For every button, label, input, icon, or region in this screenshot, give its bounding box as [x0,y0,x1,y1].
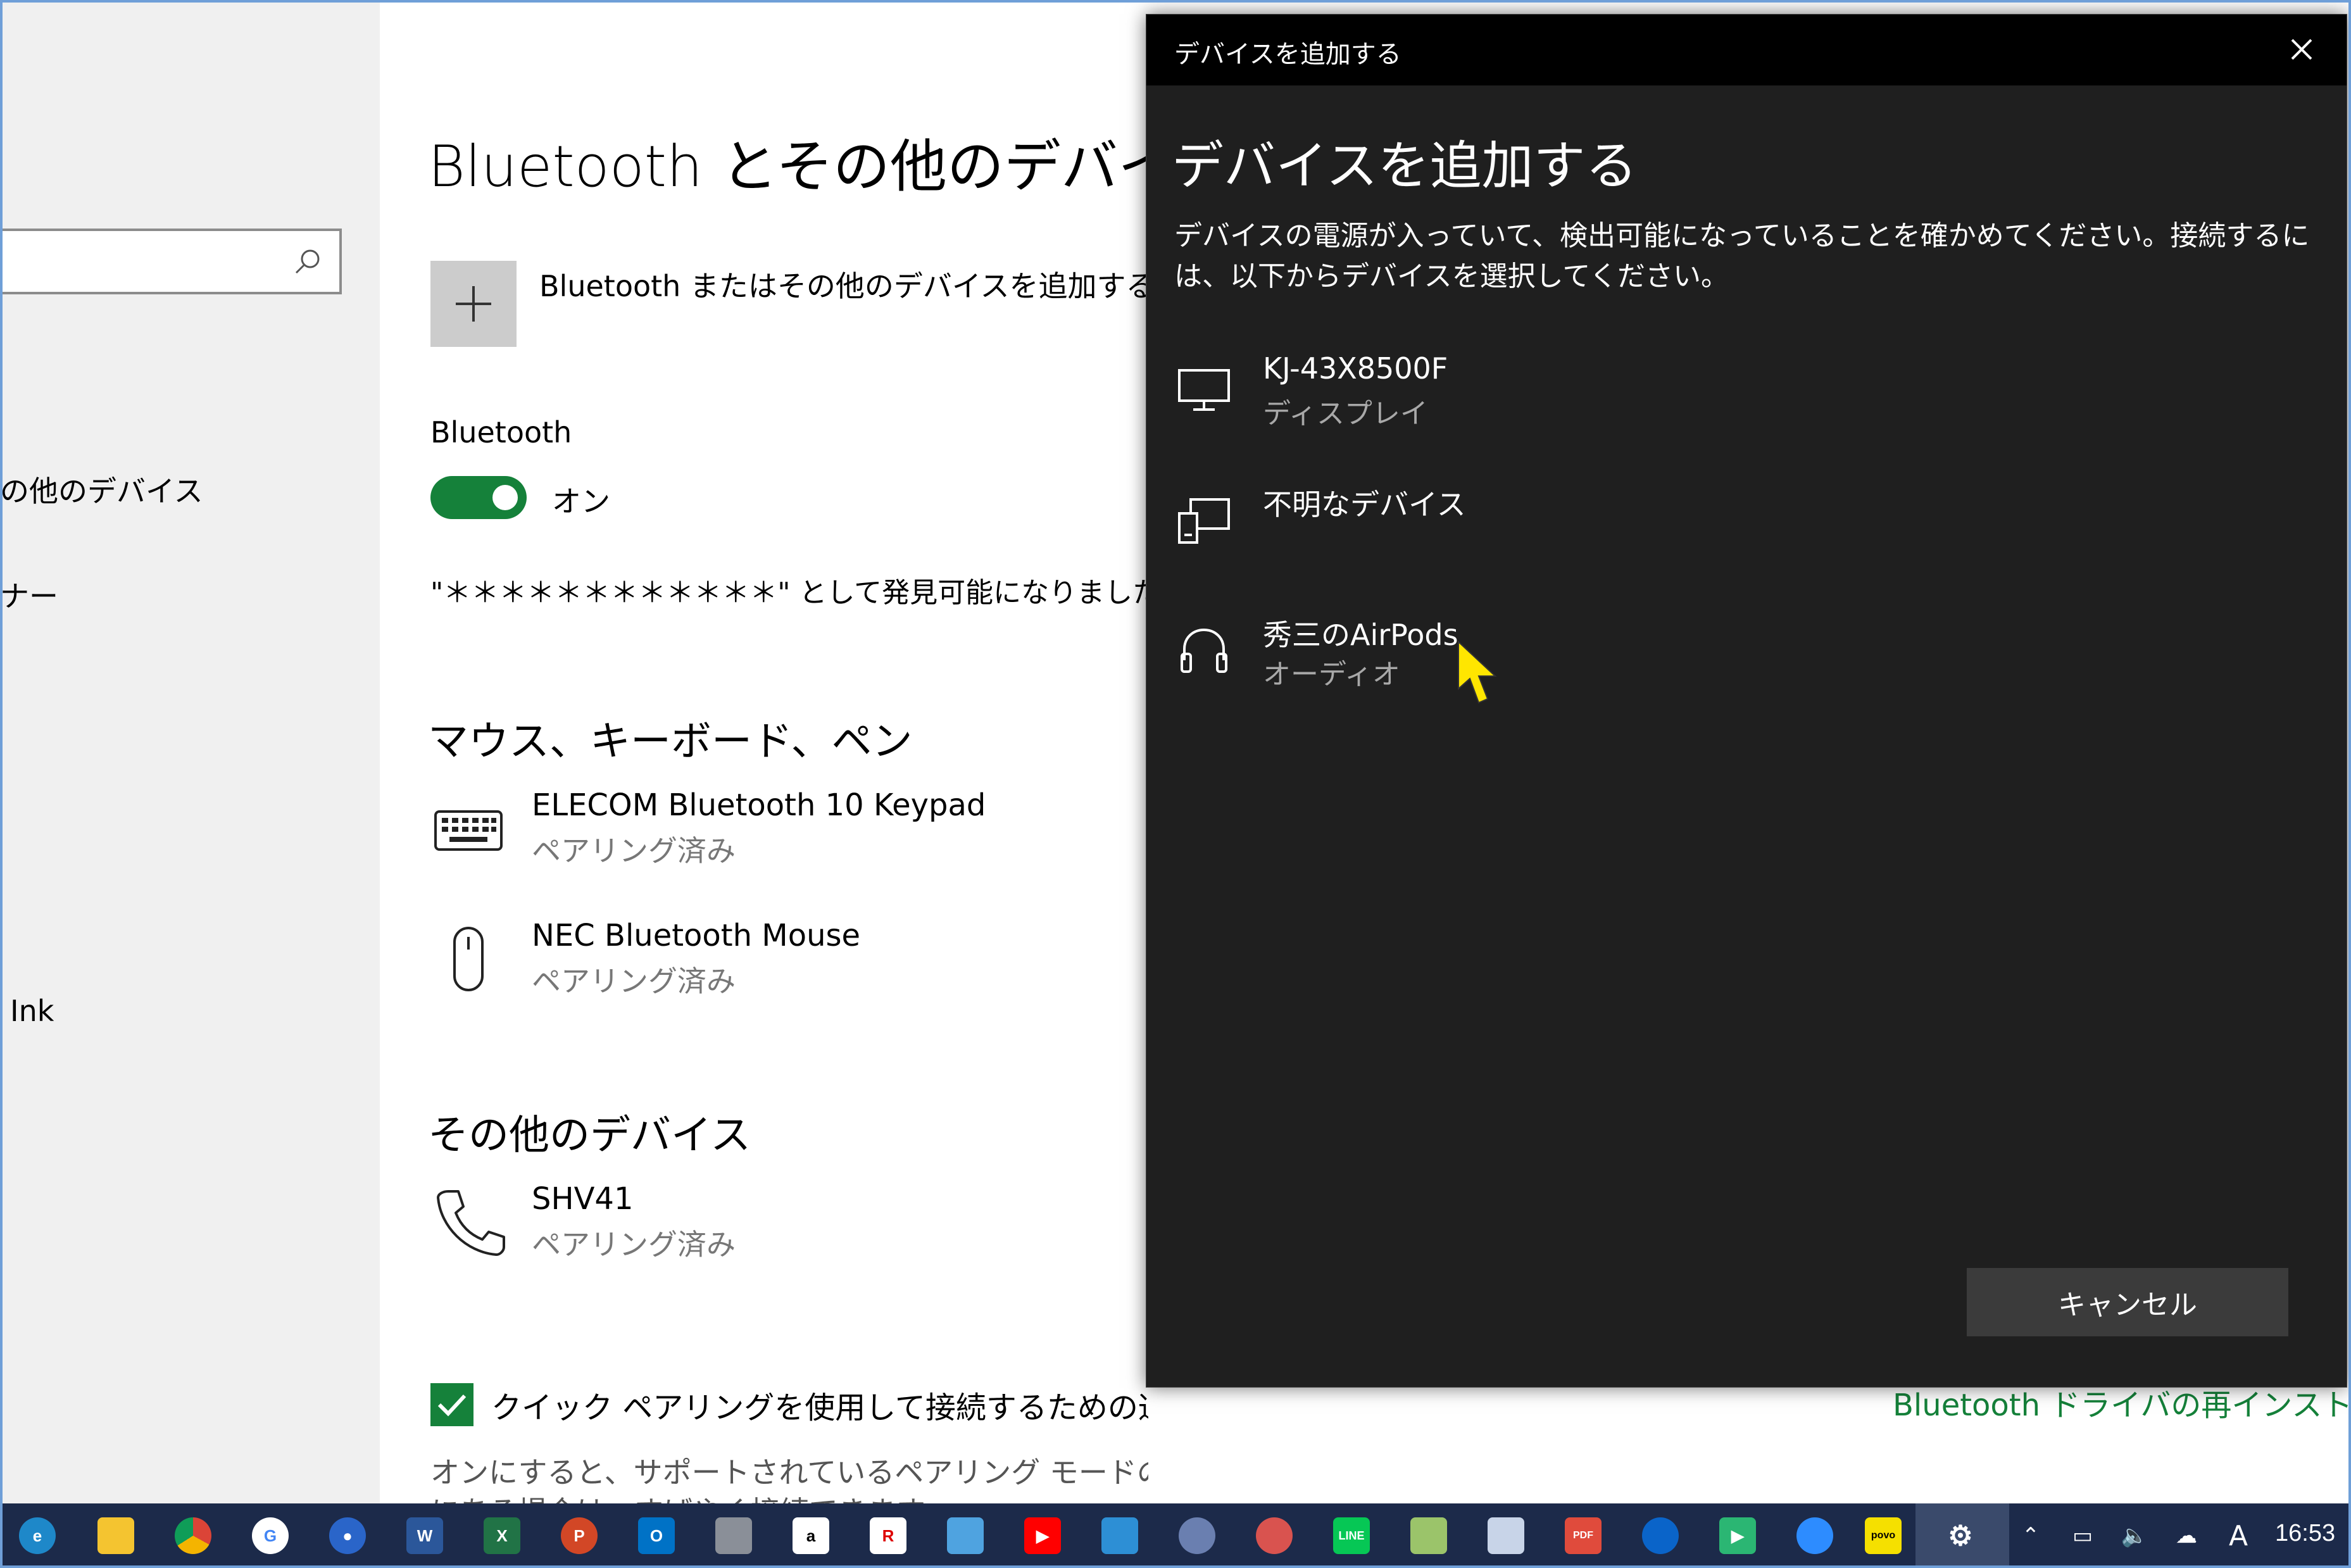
dialog-device-type: ディスプレイ [1263,398,1428,430]
dialog-heading: デバイスを追加する [1172,136,1638,196]
dialog-device-type: オーディオ [1263,658,1400,691]
powerpoint-icon[interactable]: P [561,1517,598,1554]
dialog-titlebar-text: デバイスを追加する [1174,40,1401,69]
app-icon[interactable] [715,1517,752,1554]
iris-icon[interactable]: R [870,1517,906,1554]
mouse-icon [453,927,484,991]
amazon-icon[interactable]: a [793,1517,829,1554]
discoverable-text: "＊＊＊＊＊＊＊＊＊＊＊＊" として発見可能になりました [430,577,1148,609]
cancel-button[interactable]: キャンセル [1967,1268,2288,1336]
quick-pair-label[interactable]: クイック ペアリングを使用して接続するための通知を表示する [491,1383,1148,1427]
ime-indicator[interactable]: A [2223,1520,2254,1552]
zoom-icon[interactable] [1796,1517,1833,1554]
toggle-knob [492,485,518,510]
search-input[interactable] [0,229,342,294]
dialog-device-airpods[interactable]: 秀三のAirPods オーディオ [1172,612,2058,701]
device-name: NEC Bluetooth Mouse [532,918,861,953]
dialog-device-tv[interactable]: KJ-43X8500F ディスプレイ [1172,351,2058,440]
device-status: ペアリング済み [532,834,736,868]
left-nav: の他のデバイス ナー Ink [0,0,380,1503]
section-mouse-keyboard-pen: マウス、キーボード、ペン [428,718,913,765]
bluetooth-label: Bluetooth [430,415,572,449]
monitor-icon [1178,369,1230,411]
nav-item-other-devices[interactable]: の他のデバイス [0,468,203,510]
search-icon[interactable] [290,245,325,280]
device-mouse[interactable]: NEC Bluetooth Mouse ペアリング済み [430,918,1127,1007]
app-icon[interactable] [1256,1517,1293,1554]
bluetooth-toggle[interactable] [430,476,527,519]
device-status: ペアリング済み [532,964,736,998]
line-icon[interactable]: LINE [1333,1517,1370,1554]
paint-icon[interactable] [1179,1517,1215,1554]
keyboard-icon [434,810,503,851]
nav-item-pen-ink[interactable]: Ink [10,994,54,1028]
dialog-device-name: KJ-43X8500F [1263,351,1448,386]
phone-icon [437,1190,505,1256]
add-device-label[interactable]: Bluetooth またはその他のデバイスを追加する [539,263,1148,305]
volume-icon[interactable]: 🔈 [2119,1521,2150,1550]
mouse-cursor-icon [1458,640,1497,704]
device-status: ペアリング済み [532,1227,736,1262]
file-explorer-icon[interactable] [97,1517,134,1554]
outlook-icon[interactable]: O [638,1517,675,1554]
device-name: ELECOM Bluetooth 10 Keypad [532,787,986,823]
add-device-dialog: デバイスを追加する デバイスを追加する デバイスの電源が入っていて、検出可能にな… [1146,14,2347,1388]
nav-item-printers[interactable]: ナー [0,574,58,615]
youtube-icon[interactable]: ▶ [1024,1517,1061,1554]
plus-icon[interactable] [430,261,517,347]
chrome-icon[interactable] [175,1517,211,1554]
clock[interactable]: 16:53 [2275,1520,2335,1547]
excel-icon[interactable]: X [484,1517,520,1554]
app-icon[interactable] [1488,1517,1524,1554]
section-other-devices: その他のデバイス [428,1112,751,1159]
dialog-device-name: 不明なデバイス [1263,487,1466,522]
unknown-device-icon [1178,498,1230,544]
onedrive-icon[interactable] [1642,1517,1679,1554]
google-icon[interactable]: G [252,1517,289,1554]
settings-gear-icon[interactable]: ⚙ [1942,1517,1979,1554]
add-device-button[interactable]: Bluetooth またはその他のデバイスを追加する [430,261,1148,347]
page-title: Bluetooth とその他のデバイス [428,134,1148,200]
quick-pair-description-2: にある場合は、すばやく接続できます。 [430,1489,951,1503]
taskbar: e G ● W X P O a R ▶ LINE PDF ▶ povo ⚙ ⌃ … [0,1503,2351,1568]
device-name: SHV41 [532,1181,634,1217]
quick-pair-description: オンにすると、サポートされているペアリング モードの Bluetooth デバイ… [430,1455,1148,1490]
main-settings: Bluetooth とその他のデバイス Bluetooth またはその他のデバイ… [380,0,1148,1503]
povo-icon[interactable]: povo [1865,1517,1902,1554]
headphones-icon [1181,628,1227,673]
photos-icon[interactable] [1101,1517,1138,1554]
dialog-description: デバイスの電源が入っていて、検出可能になっていることを確かめてください。接続する… [1174,220,2310,292]
dialog-device-name: 秀三のAirPods [1263,618,1458,652]
device-phone[interactable]: SHV41 ペアリング済み [430,1181,1127,1270]
app-icon[interactable] [947,1517,984,1554]
chevron-up-icon[interactable]: ⌃ [2016,1521,2046,1550]
battery-icon[interactable]: ▭ [2067,1521,2098,1550]
quick-pair-checkbox[interactable] [430,1383,473,1426]
cloud-icon[interactable]: ☁ [2171,1521,2202,1550]
device-keypad[interactable]: ELECOM Bluetooth 10 Keypad ペアリング済み [430,787,1127,876]
toggle-state-label: オン [552,484,610,518]
people-icon[interactable]: ● [329,1517,366,1554]
dialog-device-unknown[interactable]: 不明なデバイス [1172,482,2058,570]
close-icon[interactable] [2286,34,2317,65]
word-icon[interactable]: W [406,1517,443,1554]
pdf-png-icon[interactable]: PDF [1565,1517,1602,1554]
app-icon[interactable] [1410,1517,1447,1554]
play-store-icon[interactable]: ▶ [1719,1517,1756,1554]
dialog-titlebar: デバイスを追加する [1146,15,2347,85]
checkmark-icon [437,1394,467,1417]
edge-icon[interactable]: e [19,1517,56,1554]
